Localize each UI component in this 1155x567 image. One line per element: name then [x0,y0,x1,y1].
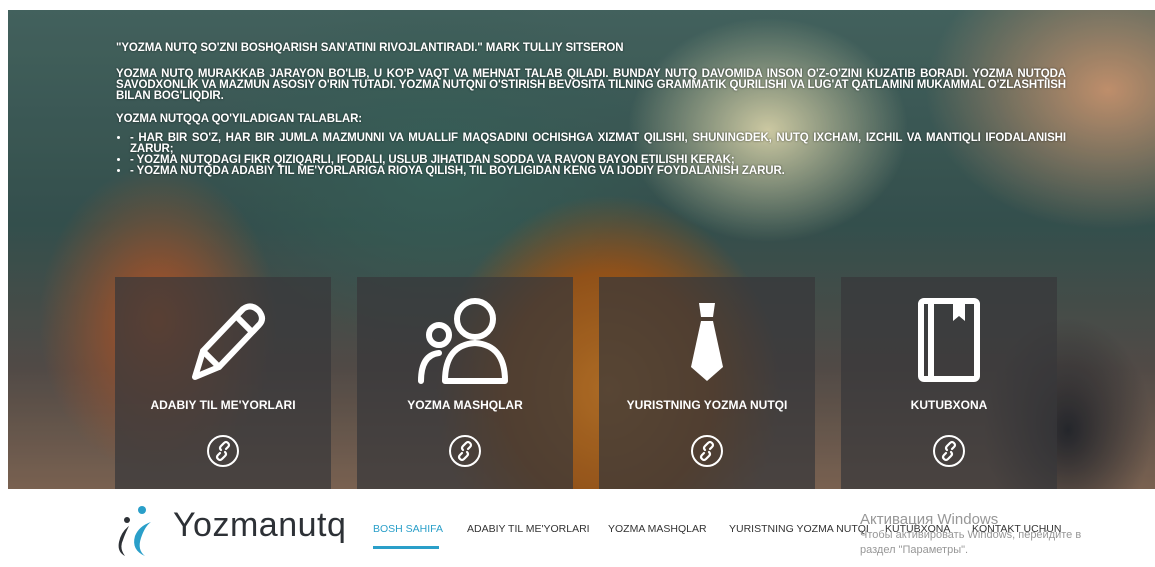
link-icon [457,440,473,462]
pencil-icon [192,303,265,380]
footer-navbar: Yozmanutq BOSH SAHIFA ADABIY TIL ME'YORL… [0,489,1155,567]
link-icon [699,440,715,462]
logo-text[interactable]: Yozmanutq [173,506,346,545]
card-kutubxona[interactable]: KUTUBXONA [841,277,1057,489]
card-title: KUTUBXONA [910,398,988,412]
book-icon [918,298,980,382]
link-button[interactable] [933,435,965,467]
requirement-item: - YOZMA NUTQDA ADABIY TIL ME'YORLARIGA R… [130,165,1066,177]
nav-bosh-sahifa[interactable]: BOSH SAHIFA [373,523,443,535]
users-icon [418,298,508,384]
card-yozma-mashqlar[interactable]: YOZMA MASHQLAR [357,277,573,489]
nav-yozma-mashqlar[interactable]: YOZMA MASHQLAR [608,523,707,535]
hero-text: "YOZMA NUTQ SO'ZNI BOSHQARISH SAN'ATINI … [116,42,1066,177]
card-adabiy-til[interactable]: ADABIY TIL ME'YORLARI [115,277,331,489]
logo-icon[interactable] [115,504,155,556]
requirement-item: - HAR BIR SO'Z, HAR BIR JUMLA MAZMUNNI V… [130,132,1066,155]
hero-banner: "YOZMA NUTQ SO'ZNI BOSHQARISH SAN'ATINI … [8,10,1155,489]
link-icon [215,440,231,462]
link-button[interactable] [207,435,239,467]
watermark-line: раздел "Параметры". [860,544,969,556]
card-title: ADABIY TIL ME'YORLARI [150,398,296,412]
nav-yurist-nutqi[interactable]: YURISTNING YOZMA NUTQI [729,523,869,535]
link-button[interactable] [449,435,481,467]
active-nav-indicator [373,546,439,549]
card-title: YURISTNING YOZMA NUTQI [626,398,788,412]
hero-quote: "YOZMA NUTQ SO'ZNI BOSHQARISH SAN'ATINI … [116,42,624,54]
link-icon [941,440,957,462]
windows-activation-watermark: Активация Windows Чтобы активировать Win… [860,511,1081,558]
requirements-heading: YOZMA NUTQQA QO'YILADIGAN TALABLAR: [116,113,363,125]
card-title: YOZMA MASHQLAR [407,398,523,412]
watermark-title: Активация Windows [860,511,999,528]
link-button[interactable] [691,435,723,467]
card-yurist-nutqi[interactable]: YURISTNING YOZMA NUTQI [599,277,815,489]
requirements-list: - HAR BIR SO'Z, HAR BIR JUMLA MAZMUNNI V… [116,132,1066,177]
watermark-line: Чтобы активировать Windows, перейдите в [860,529,1082,541]
hero-paragraph: YOZMA NUTQ MURAKKAB JARAYON BO'LIB, U KO… [116,68,1066,102]
tie-icon [691,303,723,381]
nav-adabiy-til[interactable]: ADABIY TIL ME'YORLARI [467,523,590,535]
